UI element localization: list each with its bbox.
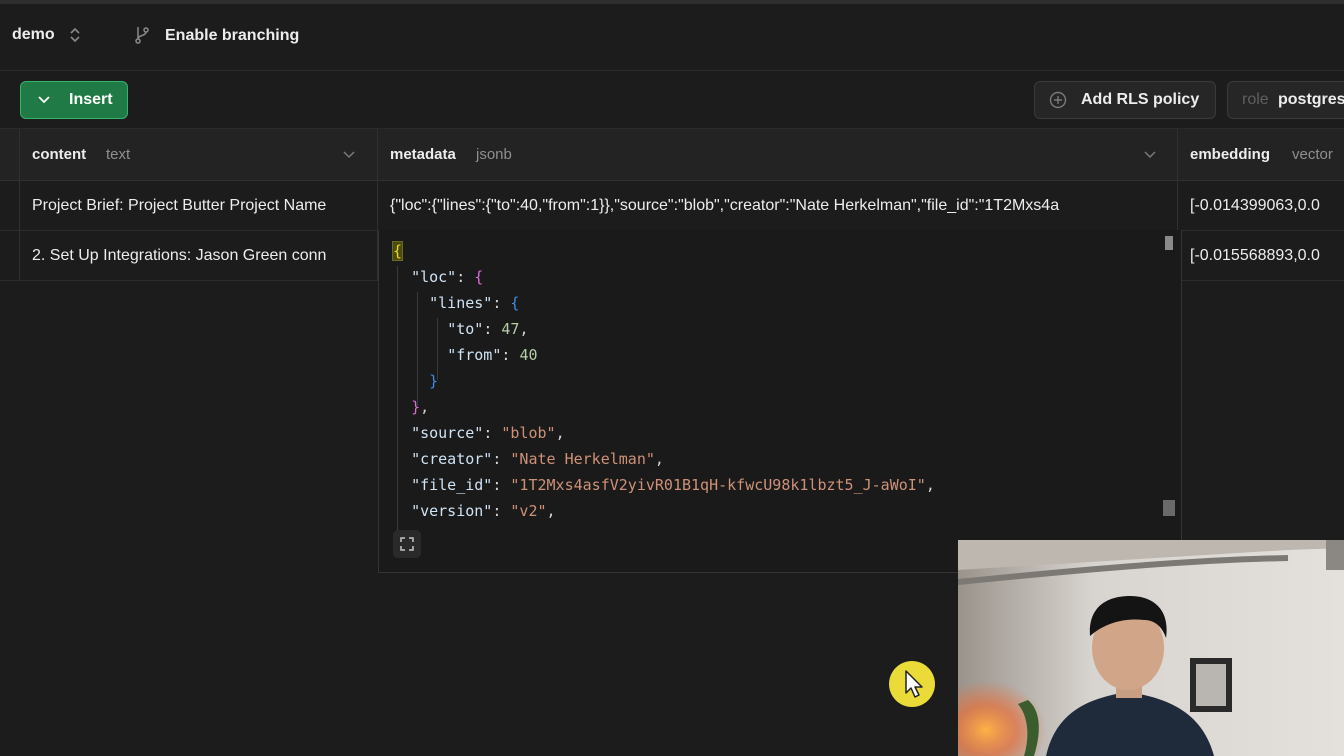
top-bar: demo Enable branching	[0, 4, 1344, 71]
json-key: "version"	[411, 502, 493, 520]
json-scrollbar[interactable]	[1165, 236, 1173, 516]
json-code[interactable]: { "loc": { "lines": { "to": 47, "from": …	[391, 238, 935, 524]
json-key: "lines"	[429, 294, 493, 312]
role-value: postgres	[1278, 91, 1344, 108]
role-key: role	[1242, 91, 1269, 108]
cell-value: [-0.015568893,0.0	[1190, 247, 1320, 264]
row-select-cell[interactable]	[0, 231, 20, 280]
json-value: "blob"	[501, 424, 556, 442]
mouse-pointer-icon	[889, 661, 935, 707]
json-key: "file_id"	[411, 476, 493, 494]
table-cell[interactable]: [-0.014399063,0.0	[1178, 181, 1344, 230]
insert-button[interactable]: Insert	[20, 81, 128, 119]
plus-circle-icon	[1049, 91, 1067, 109]
webcam-overlay	[958, 540, 1344, 756]
column-type: jsonb	[476, 146, 512, 163]
table-row[interactable]: Project Brief: Project Butter Project Na…	[0, 181, 1344, 231]
rls-label: Add RLS policy	[1081, 91, 1200, 108]
json-cell-viewer[interactable]: { "loc": { "lines": { "to": 47, "from": …	[378, 230, 1182, 573]
chevron-down-icon[interactable]	[343, 149, 355, 159]
json-key: "loc"	[411, 268, 457, 286]
git-branch-icon	[135, 27, 149, 44]
json-key: "source"	[411, 424, 484, 442]
json-key: "creator"	[411, 450, 493, 468]
cell-value: Project Brief: Project Butter Project Na…	[32, 197, 327, 214]
project-name[interactable]: demo	[12, 26, 55, 44]
row-select-cell[interactable]	[0, 181, 20, 230]
column-header-embedding[interactable]: embedding vector	[1178, 129, 1344, 180]
json-key: "to"	[447, 320, 484, 338]
presenter-video-image	[958, 540, 1344, 756]
expand-button[interactable]	[393, 530, 421, 558]
row-select-header[interactable]	[0, 129, 20, 180]
column-name: embedding	[1190, 146, 1271, 163]
column-name: metadata	[390, 146, 456, 163]
json-value: "v2"	[510, 502, 547, 520]
json-value: 47	[501, 320, 520, 338]
cell-value: [-0.014399063,0.0	[1190, 197, 1320, 214]
table-cell[interactable]: 2. Set Up Integrations: Jason Green conn	[20, 231, 378, 280]
table-toolbar: Insert Add RLS policy role postgres	[0, 71, 1344, 129]
column-type: vector	[1292, 146, 1333, 163]
json-value: "1T2Mxs4asfV2yivR01B1qH-kfwcU98k1lbzt5_J…	[510, 476, 926, 494]
role-selector[interactable]: role postgres	[1227, 81, 1344, 119]
insert-label: Insert	[69, 91, 113, 108]
json-value: "Nate Herkelman"	[510, 450, 655, 468]
table-cell[interactable]: [-0.015568893,0.0	[1178, 231, 1344, 280]
grid-header: content text metadata jsonb embedding ve…	[0, 129, 1344, 181]
column-type: text	[106, 146, 131, 163]
scroll-end-marker	[1163, 500, 1175, 516]
cell-value: 2. Set Up Integrations: Jason Green conn	[32, 247, 327, 264]
expand-icon	[400, 537, 414, 551]
json-value: 40	[519, 346, 538, 364]
enable-branching-button[interactable]: Enable branching	[165, 27, 299, 45]
json-key: "from"	[447, 346, 502, 364]
table-cell[interactable]: Project Brief: Project Butter Project Na…	[20, 181, 378, 230]
scroll-thumb[interactable]	[1165, 236, 1173, 250]
chevron-down-icon	[38, 96, 50, 104]
cell-value: {"loc":{"lines":{"to":40,"from":1}},"sou…	[390, 197, 1060, 214]
table-cell[interactable]: {"loc":{"lines":{"to":40,"from":1}},"sou…	[378, 181, 1178, 230]
column-header-metadata[interactable]: metadata jsonb	[378, 129, 1178, 180]
chevron-up-down-icon[interactable]	[68, 26, 82, 44]
add-rls-policy-button[interactable]: Add RLS policy	[1034, 81, 1216, 119]
column-name: content	[32, 146, 87, 163]
column-header-content[interactable]: content text	[20, 129, 378, 180]
chevron-down-icon[interactable]	[1144, 149, 1156, 159]
